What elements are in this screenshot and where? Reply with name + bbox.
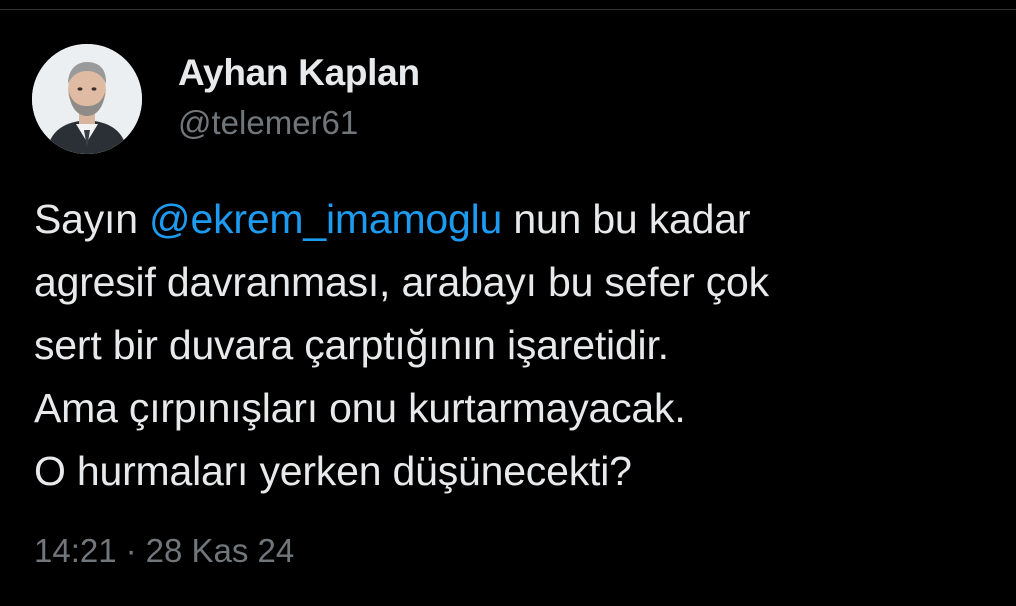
tweet-line-3: sert bir duvara çarptığının işaretidir.	[34, 322, 669, 368]
display-name[interactable]: Ayhan Kaplan	[178, 52, 420, 94]
tweet-line-1: Sayın @ekrem_imamoglu nun bu kadar	[34, 188, 994, 251]
handle[interactable]: @telemer61	[178, 104, 358, 142]
date-link[interactable]: 28 Kas 24	[146, 532, 295, 569]
tweet: Ayhan Kaplan @telemer61 Sayın @ekrem_ima…	[0, 0, 1016, 606]
tweet-line-2: agresif davranması, arabayı bu sefer çok	[34, 259, 769, 305]
avatar[interactable]	[32, 44, 142, 154]
mention-link[interactable]: @ekrem_imamoglu	[149, 196, 502, 242]
tweet-meta: 14:21 · 28 Kas 24	[34, 532, 294, 570]
meta-separator: ·	[125, 532, 137, 569]
tweet-line-5: O hurmaları yerken düşünecekti?	[34, 448, 632, 494]
tweet-line-4: Ama çırpınışları onu kurtarmayacak.	[34, 385, 686, 431]
tweet-line-1-prefix: Sayın	[34, 196, 150, 242]
tweet-text: Sayın @ekrem_imamoglu nun bu kadar agres…	[34, 188, 994, 503]
avatar-image	[32, 44, 142, 154]
tweet-line-1-suffix: nun bu kadar	[502, 196, 751, 242]
timestamp-link[interactable]: 14:21	[34, 532, 117, 569]
